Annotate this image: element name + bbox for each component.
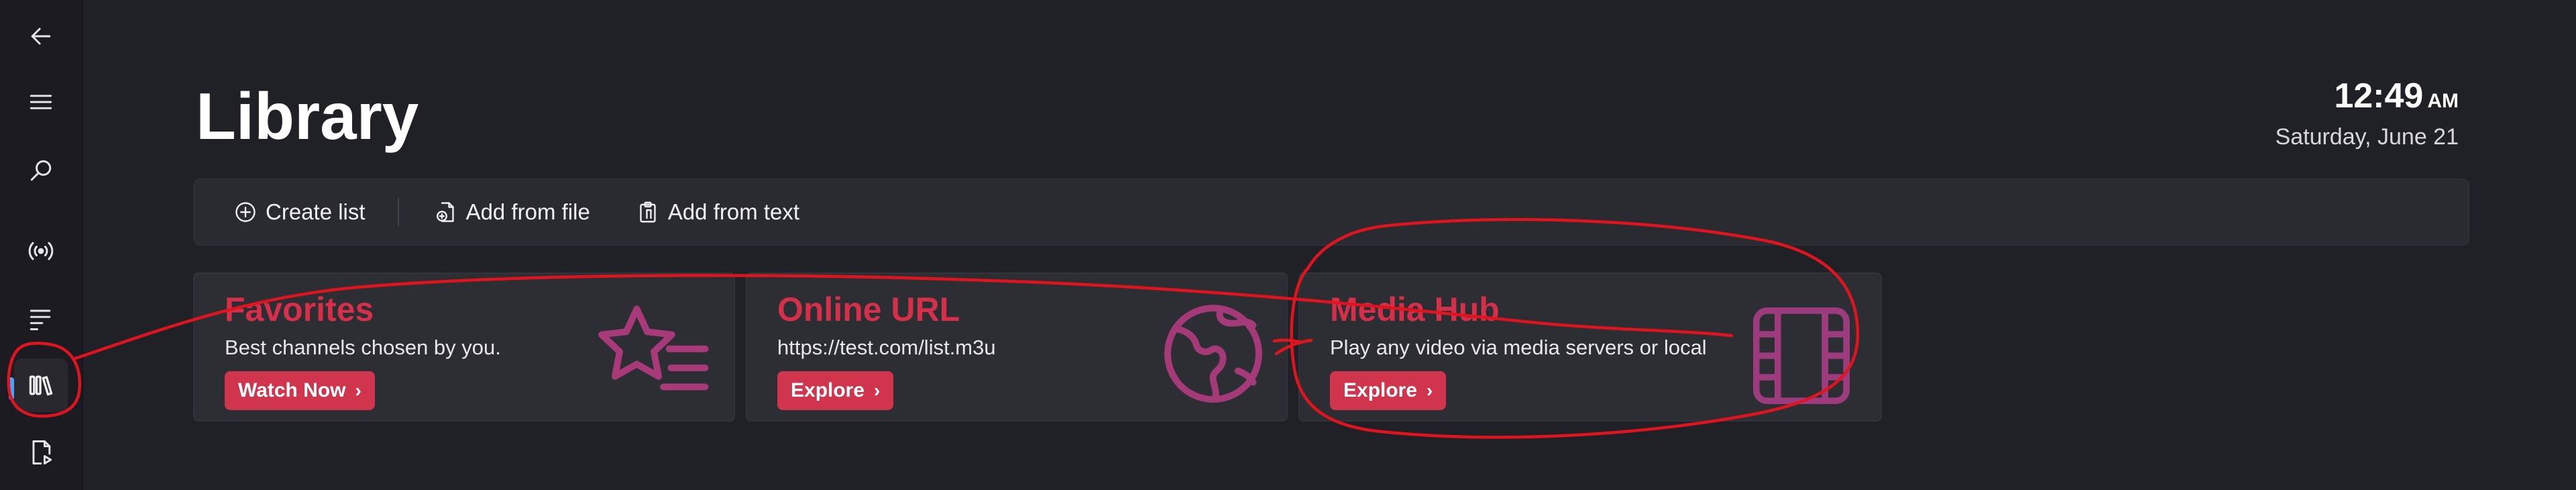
toolbar-divider — [397, 198, 399, 226]
card-subtitle: Best channels chosen by you. — [225, 336, 501, 359]
media-file-icon — [32, 440, 52, 464]
sidebar — [0, 0, 83, 490]
card-title: Media Hub — [1330, 291, 1500, 328]
add-from-file-label: Add from file — [465, 199, 590, 224]
app-window: Library 12:49 AM Saturday, June 21 Create… — [0, 0, 2576, 490]
menu-button[interactable] — [14, 75, 68, 129]
page-title: Library — [196, 79, 419, 153]
card-title: Online URL — [777, 291, 960, 328]
media-hub-card[interactable]: Media Hub Play any video via media serve… — [1298, 273, 1882, 422]
chevron-right-icon: › — [1426, 380, 1433, 401]
chevron-right-icon: › — [874, 380, 881, 401]
clock-time-row: 12:49 AM — [2276, 75, 2459, 122]
add-from-file-button[interactable]: Add from file — [422, 189, 602, 236]
media-button[interactable] — [14, 426, 68, 479]
clock-time: 12:49 — [2334, 77, 2424, 115]
card-subtitle: https://test.com/list.m3u — [777, 336, 996, 359]
clock-ampm: AM — [2427, 90, 2459, 112]
list-icon — [30, 309, 51, 330]
explore-button[interactable]: Explore › — [1330, 371, 1447, 410]
globe-icon — [1164, 305, 1262, 403]
clock-date: Saturday, June 21 — [2275, 124, 2459, 150]
create-list-label: Create list — [266, 199, 366, 224]
search-button[interactable] — [14, 144, 68, 197]
add-circle-icon — [235, 202, 256, 222]
explore-label: Explore — [1343, 379, 1418, 401]
star-list-icon — [598, 305, 709, 391]
broadcast-icon — [28, 242, 54, 260]
back-arrow-icon — [31, 28, 51, 45]
library-button[interactable] — [9, 358, 68, 412]
film-icon — [1753, 307, 1850, 404]
file-add-icon — [436, 202, 454, 222]
explore-label: Explore — [791, 379, 865, 401]
search-icon — [30, 160, 52, 181]
library-icon — [29, 375, 53, 396]
back-button[interactable] — [14, 9, 68, 63]
card-title: Favorites — [225, 291, 374, 328]
explore-button[interactable]: Explore › — [777, 371, 894, 410]
create-list-button[interactable]: Create list — [221, 189, 378, 236]
watch-now-button[interactable]: Watch Now › — [225, 371, 375, 410]
live-tv-button[interactable] — [14, 224, 68, 278]
playlist-button[interactable] — [14, 291, 68, 345]
online-url-card[interactable]: Online URL https://test.com/list.m3u Exp… — [746, 273, 1288, 422]
chevron-right-icon: › — [355, 380, 361, 401]
card-subtitle: Play any video via media servers or loca… — [1330, 336, 1707, 359]
clock: 12:49 AM Saturday, June 21 — [2276, 75, 2459, 152]
hamburger-icon — [30, 95, 52, 109]
add-from-text-label: Add from text — [667, 199, 800, 224]
favorites-card[interactable]: Favorites Best channels chosen by you. W… — [193, 273, 735, 422]
watch-now-label: Watch Now — [238, 379, 346, 401]
add-from-text-button[interactable]: Add from text — [624, 189, 811, 236]
library-toolbar: Create list Add from file Add from text — [193, 179, 2469, 246]
clipboard-icon — [640, 201, 656, 223]
